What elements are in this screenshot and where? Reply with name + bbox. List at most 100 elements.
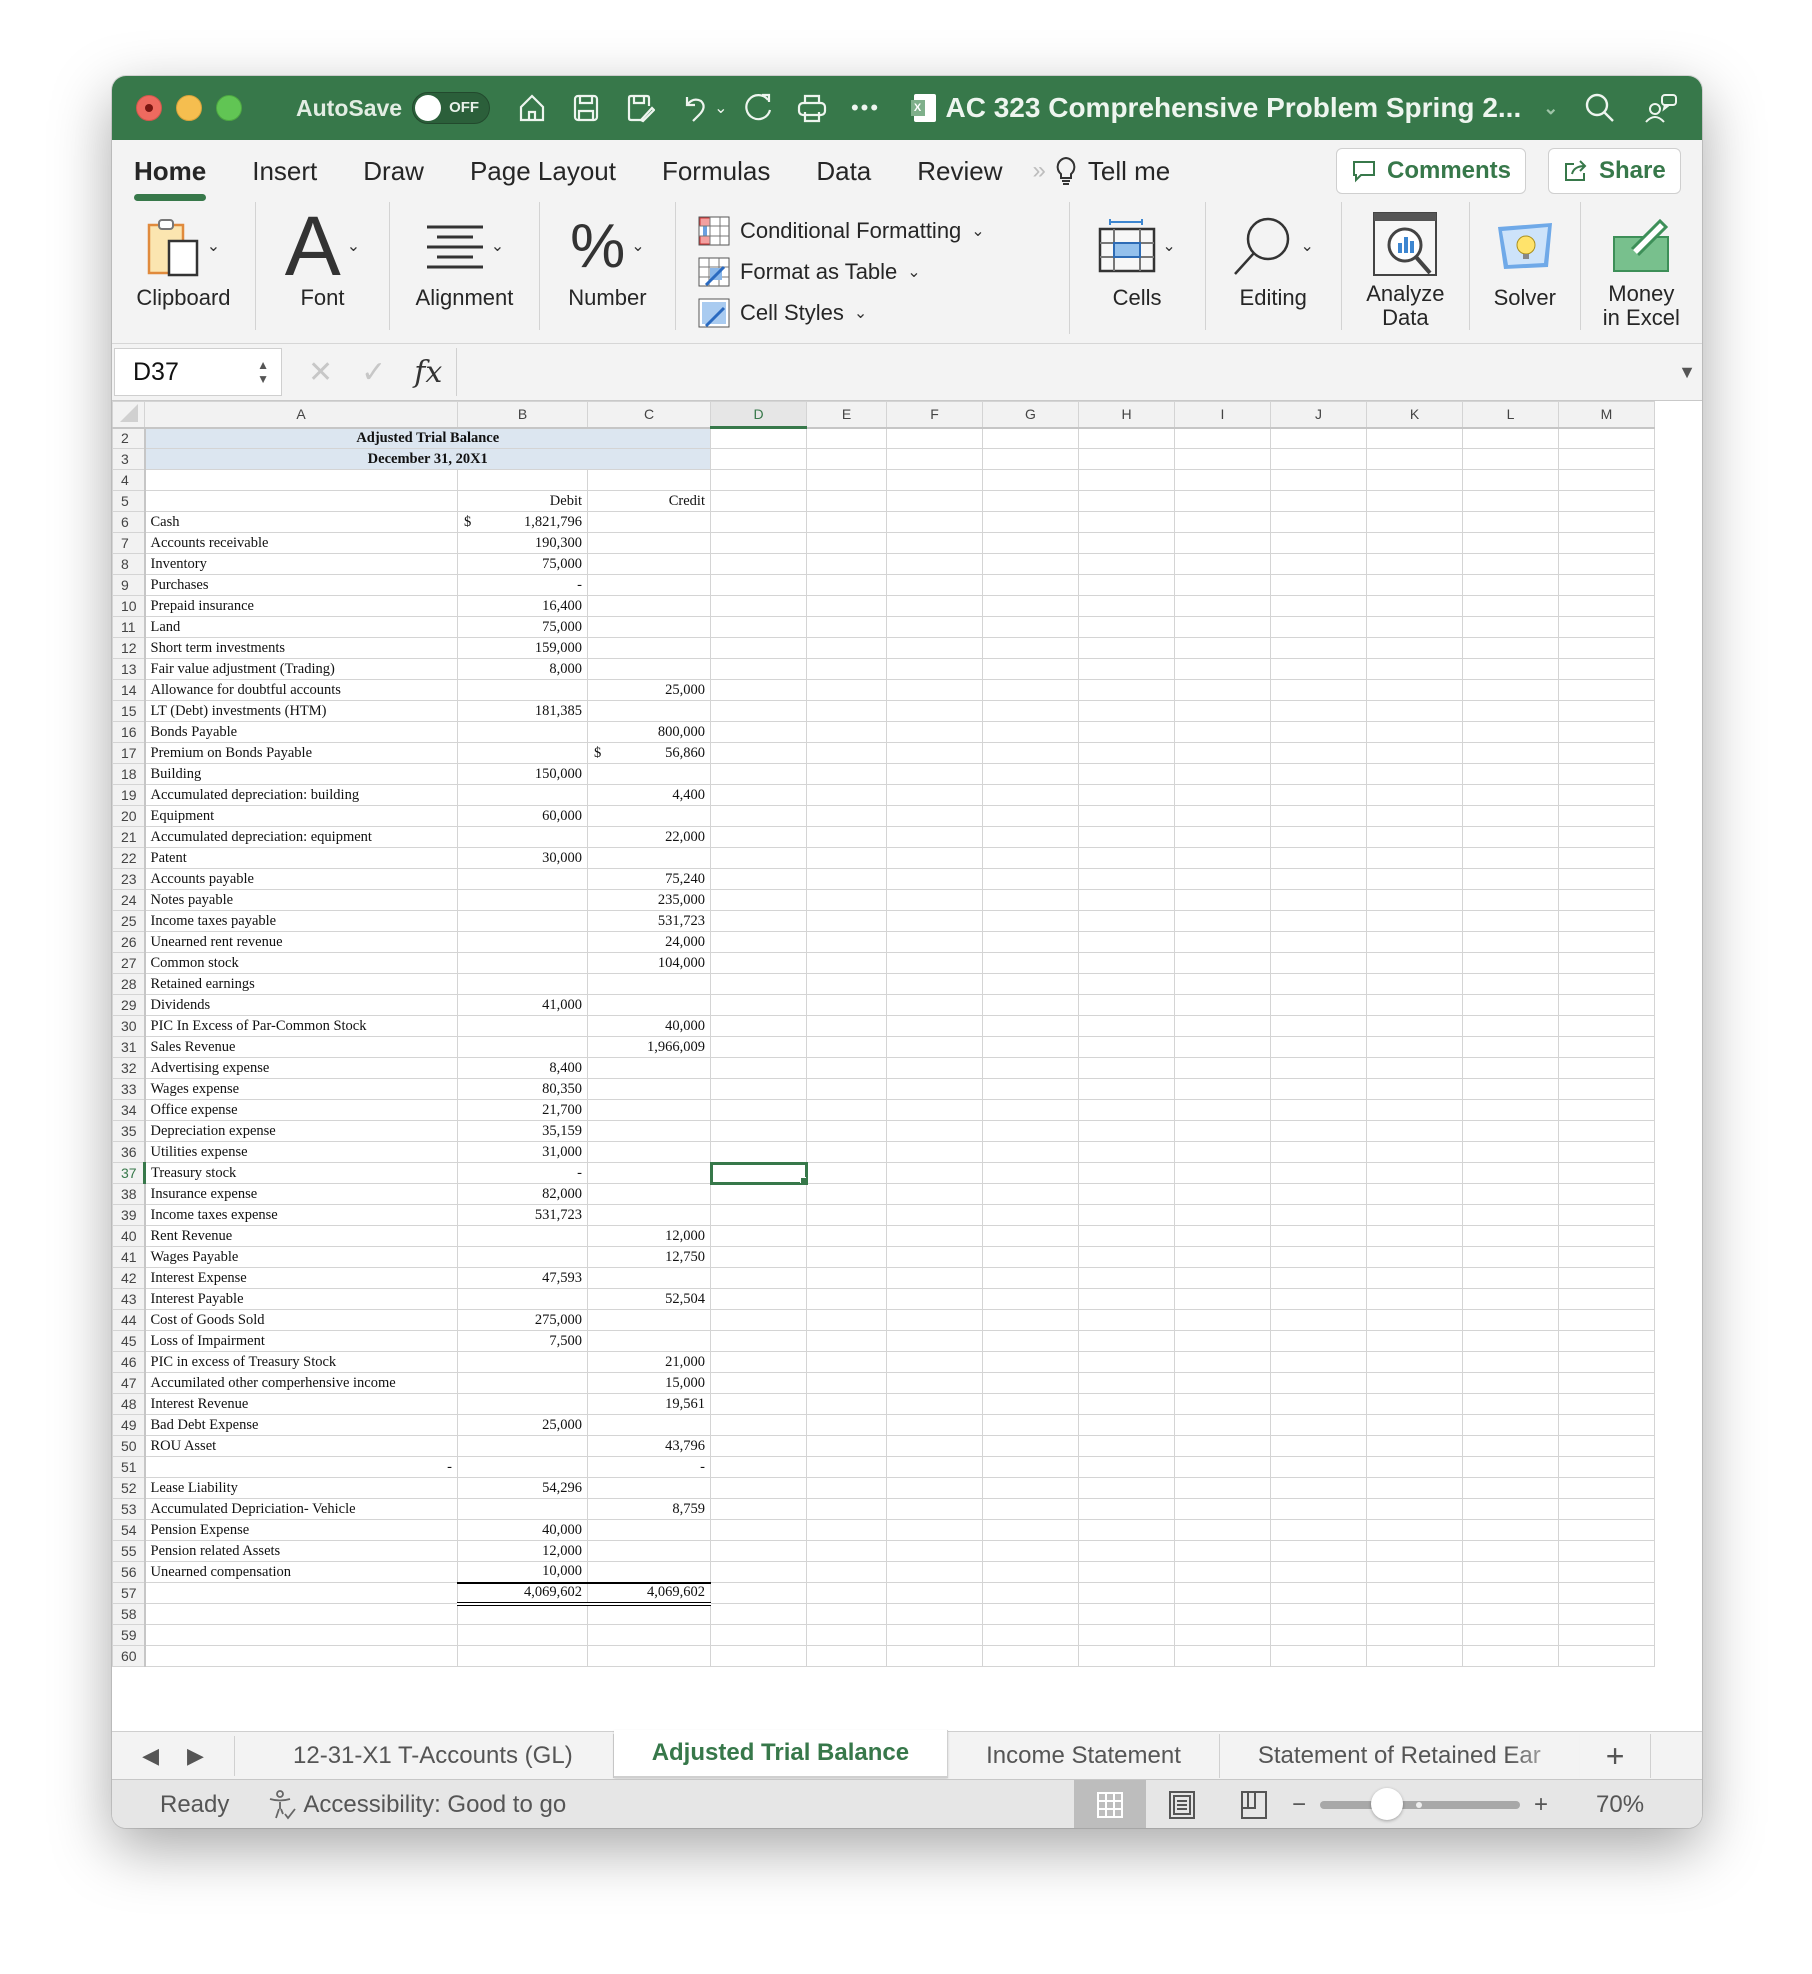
cell[interactable] [710, 1624, 807, 1646]
cell[interactable] [1462, 1015, 1559, 1037]
cell[interactable] [1270, 1015, 1367, 1037]
cell[interactable] [1174, 1603, 1271, 1625]
cell[interactable] [1174, 721, 1271, 743]
cell[interactable] [1558, 826, 1655, 848]
cell[interactable] [1558, 1057, 1655, 1079]
cell[interactable] [1462, 427, 1559, 449]
cell[interactable] [1270, 1204, 1367, 1226]
cell[interactable] [1270, 1141, 1367, 1163]
cell[interactable] [1174, 1582, 1271, 1604]
column-header-k[interactable]: K [1366, 401, 1463, 429]
cell[interactable] [1174, 1099, 1271, 1121]
cell[interactable] [1078, 1099, 1175, 1121]
cell[interactable] [1558, 763, 1655, 785]
cell[interactable] [1174, 1456, 1271, 1478]
credit-value[interactable]: 24,000 [587, 931, 711, 953]
cell[interactable] [1078, 1393, 1175, 1415]
cell[interactable] [982, 973, 1079, 995]
debit-value[interactable] [457, 1456, 588, 1478]
debit-value[interactable] [457, 1393, 588, 1415]
tab-home[interactable]: Home [134, 156, 207, 201]
debit-value[interactable]: - [457, 1162, 588, 1184]
cell[interactable] [806, 931, 887, 953]
cell[interactable] [982, 721, 1079, 743]
cell[interactable] [806, 448, 887, 470]
cell[interactable] [1078, 973, 1175, 995]
cell[interactable] [1270, 574, 1367, 596]
account-name[interactable]: Insurance expense [144, 1183, 458, 1205]
cell[interactable] [1558, 679, 1655, 701]
row-header[interactable]: 42 [112, 1267, 146, 1289]
cell[interactable] [982, 1288, 1079, 1310]
cell[interactable] [1174, 1309, 1271, 1331]
debit-value[interactable]: 531,723 [457, 1204, 588, 1226]
save-as-icon[interactable] [624, 92, 656, 124]
cell[interactable] [806, 595, 887, 617]
cell[interactable] [1270, 889, 1367, 911]
cell[interactable] [886, 1540, 983, 1562]
cell[interactable] [1366, 1456, 1463, 1478]
cell[interactable] [1462, 1414, 1559, 1436]
cell[interactable] [1270, 1603, 1367, 1625]
account-name[interactable]: LT (Debt) investments (HTM) [144, 700, 458, 722]
cell[interactable] [1078, 1057, 1175, 1079]
cell[interactable] [1462, 910, 1559, 932]
cell[interactable] [806, 616, 887, 638]
debit-value[interactable]: 8,400 [457, 1057, 588, 1079]
credit-value[interactable] [587, 805, 711, 827]
solver-button[interactable]: Solver [1470, 202, 1581, 330]
more-tabs-icon[interactable]: » [1033, 157, 1046, 185]
cell[interactable] [1366, 1435, 1463, 1457]
cell[interactable] [710, 658, 807, 680]
credit-value[interactable]: 21,000 [587, 1351, 711, 1373]
cell[interactable] [982, 1561, 1079, 1583]
conditional-formatting-button[interactable]: Conditional Formatting ⌄ [698, 210, 985, 251]
cell[interactable] [1270, 1519, 1367, 1541]
cell[interactable] [457, 1624, 588, 1646]
cell[interactable] [982, 1582, 1079, 1604]
cell[interactable] [806, 1477, 887, 1499]
cell[interactable] [1078, 826, 1175, 848]
cell[interactable] [144, 1645, 458, 1667]
cell[interactable] [710, 700, 807, 722]
cell[interactable] [982, 532, 1079, 554]
credit-value[interactable] [587, 763, 711, 785]
cell[interactable] [710, 931, 807, 953]
cell[interactable] [1366, 1288, 1463, 1310]
cell[interactable] [1462, 1456, 1559, 1478]
cell[interactable] [806, 1204, 887, 1226]
cell[interactable] [1366, 658, 1463, 680]
cell[interactable] [1078, 469, 1175, 491]
account-name[interactable]: Retained earnings [144, 973, 458, 995]
cell[interactable] [1270, 1057, 1367, 1079]
cell[interactable] [886, 805, 983, 827]
cell[interactable] [1366, 1183, 1463, 1205]
cell[interactable] [1558, 511, 1655, 533]
sheet-title-3[interactable]: December 31, 20X1 [144, 448, 711, 470]
cell[interactable] [982, 1225, 1079, 1247]
debit-value[interactable]: 159,000 [457, 637, 588, 659]
cell[interactable] [710, 1645, 807, 1667]
accessibility-status[interactable]: Accessibility: Good to go [267, 1789, 566, 1820]
clipboard-group[interactable]: ⌄ Clipboard [112, 202, 256, 330]
cell[interactable] [710, 1288, 807, 1310]
column-header-l[interactable]: L [1462, 401, 1559, 429]
debit-value[interactable]: 40,000 [457, 1519, 588, 1541]
account-name[interactable]: Cash [144, 511, 458, 533]
tab-formulas[interactable]: Formulas [662, 156, 770, 187]
cell[interactable] [1366, 784, 1463, 806]
cell[interactable] [806, 1120, 887, 1142]
cell[interactable] [886, 490, 983, 512]
cell[interactable] [886, 721, 983, 743]
cell[interactable] [457, 1645, 588, 1667]
row-header[interactable]: 57 [112, 1582, 146, 1604]
cell[interactable] [982, 994, 1079, 1016]
cell[interactable] [1366, 1645, 1463, 1667]
cell[interactable] [1078, 1519, 1175, 1541]
row-header[interactable]: 48 [112, 1393, 146, 1415]
account-name[interactable]: Interest Payable [144, 1288, 458, 1310]
cell[interactable] [710, 1477, 807, 1499]
cancel-icon[interactable]: ✕ [308, 355, 333, 390]
cell[interactable] [886, 1162, 983, 1184]
cell[interactable] [1462, 1057, 1559, 1079]
